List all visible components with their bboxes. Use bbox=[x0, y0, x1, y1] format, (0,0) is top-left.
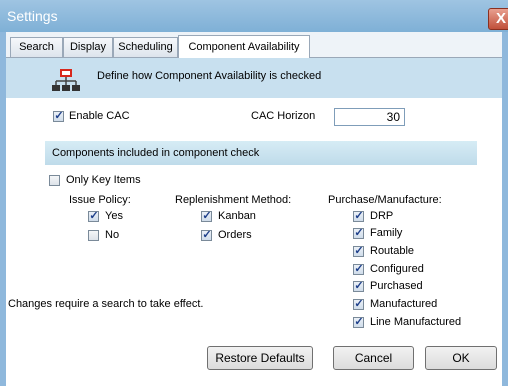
banner-text: Define how Component Availability is che… bbox=[97, 70, 322, 82]
pm-manufactured-label: Manufactured bbox=[370, 298, 438, 310]
replenishment-heading: Replenishment Method: bbox=[175, 194, 292, 206]
section-heading: Components included in component check bbox=[52, 147, 260, 159]
pm-configured-checkbox[interactable]: ✓ bbox=[353, 263, 364, 275]
purchase-manufacture-heading: Purchase/Manufacture: bbox=[328, 194, 442, 206]
enable-cac-label: Enable CAC bbox=[69, 110, 130, 122]
close-button[interactable]: X bbox=[488, 8, 508, 30]
window-title: Settings bbox=[7, 8, 58, 24]
title-bar: Settings bbox=[0, 0, 508, 32]
pm-manufactured-checkbox[interactable]: ✓ bbox=[353, 298, 364, 310]
restore-defaults-button[interactable]: Restore Defaults bbox=[207, 346, 313, 370]
replenishment-kanban-label: Kanban bbox=[218, 210, 256, 222]
tab-scheduling[interactable]: Scheduling bbox=[113, 37, 178, 57]
pm-drp-label: DRP bbox=[370, 210, 394, 222]
pm-family-label: Family bbox=[370, 227, 403, 239]
issue-policy-no-label: No bbox=[105, 229, 120, 241]
pm-purchased-label: Purchased bbox=[370, 280, 423, 292]
tab-component-availability[interactable]: Component Availability bbox=[178, 35, 310, 58]
replenishment-kanban-checkbox[interactable]: ✓ bbox=[201, 210, 212, 222]
tab-search[interactable]: Search bbox=[10, 37, 63, 57]
pm-routable-label: Routable bbox=[370, 245, 415, 257]
issue-policy-no-checkbox[interactable] bbox=[88, 230, 99, 241]
issue-policy-heading: Issue Policy: bbox=[69, 194, 131, 206]
pm-configured-label: Configured bbox=[370, 263, 424, 275]
pm-family-checkbox[interactable]: ✓ bbox=[353, 227, 364, 239]
tab-panel bbox=[6, 57, 502, 387]
tab-display[interactable]: Display bbox=[63, 37, 113, 57]
only-key-items-label: Only Key Items bbox=[66, 174, 141, 186]
ok-button[interactable]: OK bbox=[425, 346, 497, 370]
enable-cac-checkbox[interactable]: ✓ bbox=[53, 110, 64, 122]
window-frame-right bbox=[502, 32, 508, 386]
pm-drp-checkbox[interactable]: ✓ bbox=[353, 210, 364, 222]
replenishment-orders-checkbox[interactable]: ✓ bbox=[201, 229, 212, 241]
pm-purchased-checkbox[interactable]: ✓ bbox=[353, 280, 364, 292]
issue-policy-yes-label: Yes bbox=[105, 210, 123, 222]
issue-policy-yes-checkbox[interactable]: ✓ bbox=[88, 210, 99, 222]
replenishment-orders-label: Orders bbox=[218, 229, 252, 241]
pm-routable-checkbox[interactable]: ✓ bbox=[353, 245, 364, 257]
cac-horizon-input[interactable]: 30 bbox=[334, 108, 405, 126]
network-hierarchy-icon bbox=[52, 69, 80, 91]
cancel-button[interactable]: Cancel bbox=[333, 346, 414, 370]
pm-line-manufactured-checkbox[interactable]: ✓ bbox=[353, 316, 364, 328]
only-key-items-checkbox[interactable] bbox=[49, 175, 60, 186]
search-required-note: Changes require a search to take effect. bbox=[8, 298, 204, 310]
pm-line-manufactured-label: Line Manufactured bbox=[370, 316, 462, 328]
cac-horizon-label: CAC Horizon bbox=[251, 110, 316, 122]
